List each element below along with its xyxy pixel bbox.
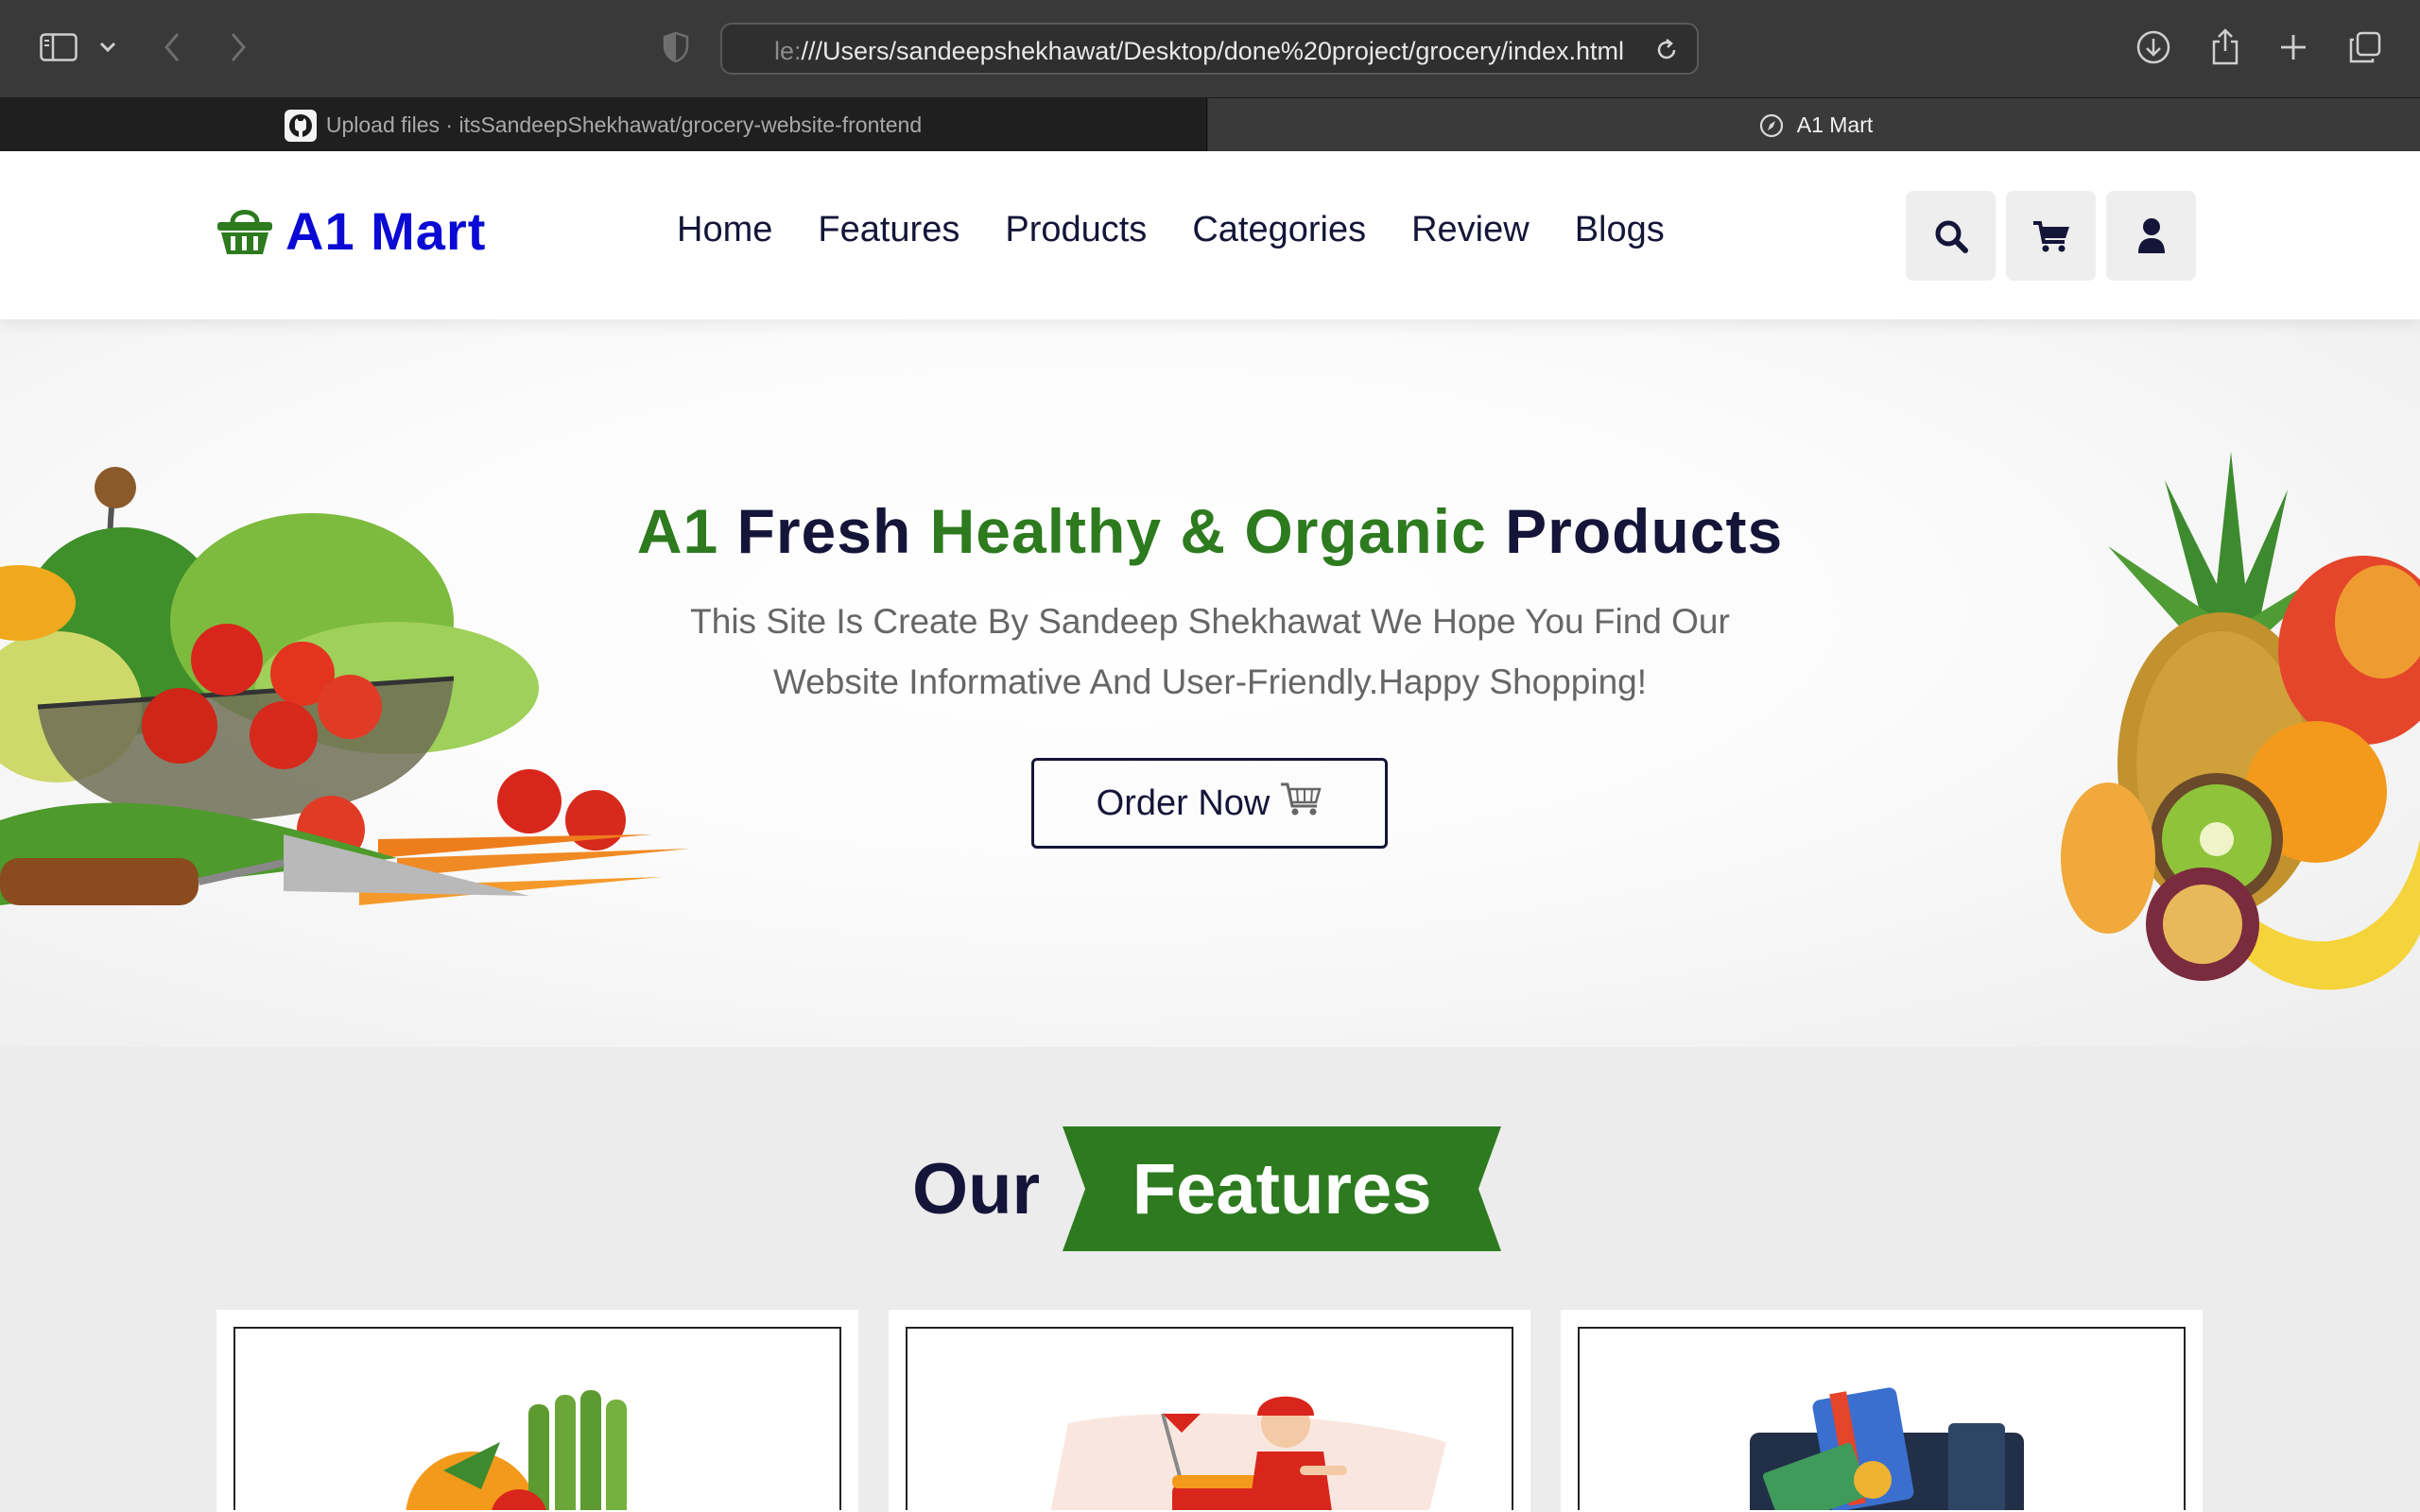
privacy-shield-icon[interactable] bbox=[655, 26, 697, 68]
nav-home[interactable]: Home bbox=[677, 210, 772, 250]
delivery-image bbox=[974, 1385, 1446, 1510]
share-icon[interactable] bbox=[2204, 26, 2246, 68]
feature-card bbox=[216, 1310, 858, 1512]
logo-text: A1 Mart bbox=[285, 201, 487, 261]
heading-features: Features bbox=[1132, 1148, 1432, 1229]
shopping-cart-icon bbox=[1279, 780, 1322, 827]
nav-review[interactable]: Review bbox=[1411, 210, 1530, 250]
heading-our: Our bbox=[912, 1148, 1041, 1229]
site-logo[interactable]: A1 Mart bbox=[216, 200, 486, 262]
fresh-vegetables-image bbox=[387, 1385, 689, 1510]
header-icons bbox=[1906, 191, 2206, 281]
url-text: le:///Users/sandeepshekhawat/Desktop/don… bbox=[774, 37, 1625, 65]
tab-bar: Upload files · itsSandeepShekhawat/groce… bbox=[0, 97, 2420, 152]
address-bar[interactable]: le:///Users/sandeepshekhawat/Desktop/don… bbox=[720, 23, 1699, 75]
feature-cards bbox=[216, 1310, 2233, 1512]
tab-github-upload[interactable]: Upload files · itsSandeepShekhawat/groce… bbox=[0, 98, 1207, 152]
forward-icon[interactable] bbox=[217, 26, 259, 68]
nav-products[interactable]: Products bbox=[1005, 210, 1147, 250]
tab-overview-icon[interactable] bbox=[2344, 26, 2386, 68]
tab-title: Upload files · itsSandeepShekhawat/groce… bbox=[325, 112, 923, 137]
reload-icon[interactable] bbox=[1653, 37, 1680, 67]
back-icon[interactable] bbox=[151, 26, 193, 68]
user-icon[interactable] bbox=[2106, 191, 2196, 281]
tab-title: A1 Mart bbox=[1796, 112, 1874, 137]
browser-toolbar: le:///Users/sandeepshekhawat/Desktop/don… bbox=[0, 0, 2420, 97]
heading-ribbon: Features bbox=[1063, 1126, 1502, 1251]
hero-description: This Site Is Create By Sandeep Shekhawat… bbox=[690, 602, 1730, 701]
download-icon[interactable] bbox=[2133, 26, 2174, 68]
tab-a1-mart[interactable]: A1 Mart bbox=[1208, 98, 2420, 152]
site-header: A1 Mart Home Features Products Categorie… bbox=[0, 151, 2420, 319]
hero-section: A1 Fresh Healthy & Organic Products This… bbox=[0, 319, 2420, 1047]
easy-payment-image bbox=[1731, 1385, 2033, 1510]
nav-features[interactable]: Features bbox=[818, 210, 959, 250]
main-nav: Home Features Products Categories Review… bbox=[677, 210, 1710, 250]
new-tab-icon[interactable] bbox=[2273, 26, 2314, 68]
github-icon bbox=[284, 109, 317, 142]
sidebar-toggle-icon[interactable] bbox=[38, 26, 79, 68]
basket-icon bbox=[216, 203, 274, 260]
features-section: Our Features bbox=[0, 1047, 2420, 1512]
compass-icon bbox=[1755, 110, 1788, 142]
chevron-down-icon[interactable] bbox=[87, 26, 129, 68]
features-heading: Our Features bbox=[912, 1126, 1502, 1251]
cart-icon[interactable] bbox=[2006, 191, 2096, 281]
order-now-label: Order Now bbox=[1096, 782, 1270, 823]
nav-blogs[interactable]: Blogs bbox=[1575, 210, 1665, 250]
feature-card bbox=[889, 1310, 1530, 1512]
order-now-button[interactable]: Order Now bbox=[1031, 758, 1388, 849]
feature-card bbox=[1561, 1310, 2203, 1512]
nav-categories[interactable]: Categories bbox=[1192, 210, 1366, 250]
search-icon[interactable] bbox=[1906, 191, 1996, 281]
fruit-basket-image bbox=[2042, 442, 2420, 1013]
